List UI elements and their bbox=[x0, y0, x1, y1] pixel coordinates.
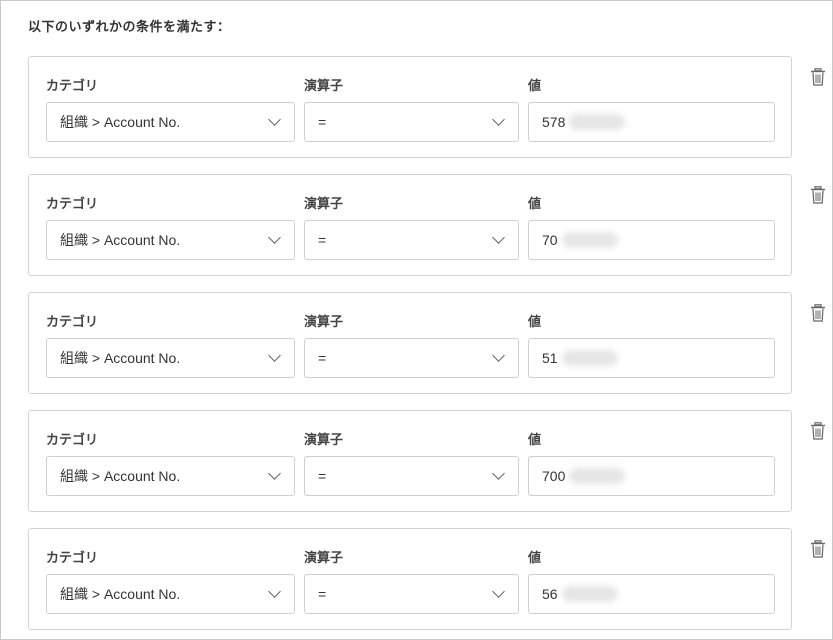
value-input[interactable]: 70 bbox=[528, 220, 775, 260]
chevron-down-icon bbox=[268, 585, 281, 598]
value-input[interactable]: 578 bbox=[528, 102, 775, 142]
category-select-value: 組織 > Account No. bbox=[60, 468, 181, 484]
operator-select-value: = bbox=[318, 350, 327, 366]
category-select-value: 組織 > Account No. bbox=[60, 232, 181, 248]
chevron-down-icon bbox=[268, 113, 281, 126]
category-label: カテゴリ bbox=[46, 551, 99, 566]
chevron-down-icon bbox=[268, 231, 281, 244]
value-label: 値 bbox=[528, 79, 542, 94]
value-label: 値 bbox=[528, 315, 542, 330]
rule-row: カテゴリ 演算子 値 組織 > Account No. = 70 bbox=[28, 174, 828, 276]
operator-select-value: = bbox=[318, 114, 327, 130]
rule-card: カテゴリ 演算子 値 組織 > Account No. = 51 bbox=[28, 292, 792, 394]
category-select-value: 組織 > Account No. bbox=[60, 114, 181, 130]
chevron-down-icon bbox=[492, 113, 505, 126]
value-text: 56 bbox=[542, 586, 558, 602]
category-select[interactable]: 組織 > Account No. bbox=[46, 102, 295, 142]
category-select-value: 組織 > Account No. bbox=[60, 350, 181, 366]
value-input[interactable]: 700 bbox=[528, 456, 775, 496]
category-select[interactable]: 組織 > Account No. bbox=[46, 456, 295, 496]
value-input[interactable]: 56 bbox=[528, 574, 775, 614]
operator-select[interactable]: = bbox=[304, 456, 519, 496]
redacted-text bbox=[561, 586, 618, 602]
redacted-text bbox=[569, 468, 626, 484]
rule-card: カテゴリ 演算子 値 組織 > Account No. = 578 bbox=[28, 56, 792, 158]
rule-row: カテゴリ 演算子 値 組織 > Account No. = 700 bbox=[28, 410, 828, 512]
chevron-down-icon bbox=[492, 585, 505, 598]
chevron-down-icon bbox=[268, 349, 281, 362]
value-text: 51 bbox=[542, 350, 558, 366]
category-label: カテゴリ bbox=[46, 433, 99, 448]
category-select-value: 組織 > Account No. bbox=[60, 586, 181, 602]
category-select[interactable]: 組織 > Account No. bbox=[46, 338, 295, 378]
condition-panel: 以下のいずれかの条件を満たす： カテゴリ 演算子 値 組織 > Account … bbox=[0, 0, 833, 640]
trash-icon[interactable] bbox=[810, 422, 826, 440]
rule-card: カテゴリ 演算子 値 組織 > Account No. = 70 bbox=[28, 174, 792, 276]
value-input[interactable]: 51 bbox=[528, 338, 775, 378]
value-label: 値 bbox=[528, 197, 542, 212]
redacted-text bbox=[561, 350, 618, 366]
operator-label: 演算子 bbox=[304, 551, 344, 566]
rule-list: カテゴリ 演算子 値 組織 > Account No. = 578 カテゴリ 演… bbox=[28, 56, 828, 640]
operator-select-value: = bbox=[318, 232, 327, 248]
trash-icon[interactable] bbox=[810, 68, 826, 86]
category-label: カテゴリ bbox=[46, 315, 99, 330]
category-select[interactable]: 組織 > Account No. bbox=[46, 574, 295, 614]
chevron-down-icon bbox=[268, 467, 281, 480]
value-text: 700 bbox=[542, 468, 566, 484]
rule-row: カテゴリ 演算子 値 組織 > Account No. = 578 bbox=[28, 56, 828, 158]
operator-select[interactable]: = bbox=[304, 102, 519, 142]
operator-label: 演算子 bbox=[304, 433, 344, 448]
rule-row: カテゴリ 演算子 値 組織 > Account No. = 51 bbox=[28, 292, 828, 394]
rule-row: カテゴリ 演算子 値 組織 > Account No. = 56 bbox=[28, 528, 828, 630]
operator-select-value: = bbox=[318, 586, 327, 602]
value-label: 値 bbox=[528, 551, 542, 566]
rule-card: カテゴリ 演算子 値 組織 > Account No. = 700 bbox=[28, 410, 792, 512]
rule-card: カテゴリ 演算子 値 組織 > Account No. = 56 bbox=[28, 528, 792, 630]
chevron-down-icon bbox=[492, 467, 505, 480]
operator-label: 演算子 bbox=[304, 315, 344, 330]
trash-icon[interactable] bbox=[810, 186, 826, 204]
category-label: カテゴリ bbox=[46, 79, 99, 94]
value-label: 値 bbox=[528, 433, 542, 448]
operator-select[interactable]: = bbox=[304, 574, 519, 614]
chevron-down-icon bbox=[492, 349, 505, 362]
redacted-text bbox=[569, 114, 626, 130]
trash-icon[interactable] bbox=[810, 304, 826, 322]
value-text: 578 bbox=[542, 114, 566, 130]
category-select[interactable]: 組織 > Account No. bbox=[46, 220, 295, 260]
trash-icon[interactable] bbox=[810, 540, 826, 558]
category-label: カテゴリ bbox=[46, 197, 99, 212]
value-text: 70 bbox=[542, 232, 558, 248]
redacted-text bbox=[561, 232, 618, 248]
operator-select[interactable]: = bbox=[304, 338, 519, 378]
operator-label: 演算子 bbox=[304, 79, 344, 94]
operator-select[interactable]: = bbox=[304, 220, 519, 260]
operator-select-value: = bbox=[318, 468, 327, 484]
operator-label: 演算子 bbox=[304, 197, 344, 212]
conditions-heading: 以下のいずれかの条件を満たす： bbox=[28, 20, 231, 35]
chevron-down-icon bbox=[492, 231, 505, 244]
